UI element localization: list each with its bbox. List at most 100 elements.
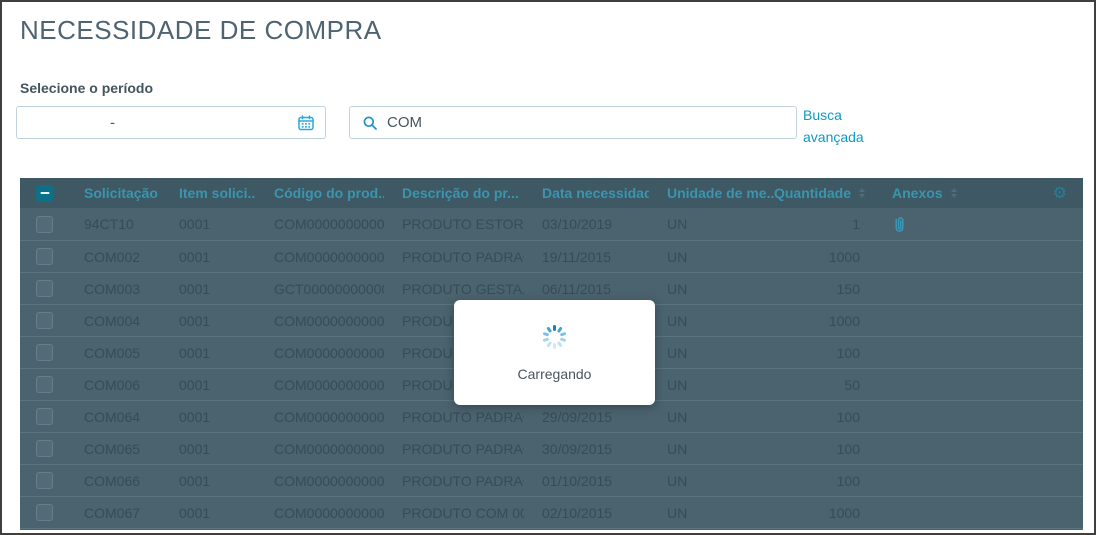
cell-item: 0001 (179, 472, 211, 489)
cell-unidade: UN (667, 312, 688, 329)
search-input[interactable] (387, 114, 796, 131)
cell-item: 0001 (179, 216, 211, 232)
cell-anexos (867, 241, 977, 272)
cell-item: 0001 (179, 280, 211, 297)
cell-unidade: UN (667, 504, 688, 521)
row-checkbox[interactable] (36, 248, 53, 265)
cell-unidade: UN (667, 376, 688, 393)
cell-quantidade: 100 (836, 344, 860, 361)
app-window: NECESSIDADE DE COMPRA Selecione o períod… (0, 0, 1096, 535)
cell-descricao: PRODUTO COM 00... (402, 504, 524, 521)
cell-codigo: COM0000000000... (274, 440, 384, 457)
gear-icon[interactable]: ⚙ (1053, 185, 1067, 201)
row-checkbox[interactable] (36, 472, 53, 489)
cell-descricao: PRODUTO ESTOR... (402, 216, 524, 232)
cell-quantidade: 1000 (828, 248, 860, 265)
cell-data: 01/10/2015 (542, 472, 613, 489)
cell-quantidade: 1000 (828, 312, 860, 329)
table-row: COM066 0001 COM0000000000... PRODUTO PADRAO… (20, 464, 1083, 496)
cell-solicitacao: COM065 (84, 440, 141, 457)
row-checkbox[interactable] (36, 312, 53, 329)
cell-unidade: UN (667, 472, 688, 489)
cell-item: 0001 (179, 344, 211, 361)
loading-spinner-icon (542, 324, 568, 350)
column-header-descricao[interactable]: Descrição do pr... (384, 178, 524, 208)
cell-anexos (867, 401, 977, 432)
sort-icon (859, 188, 865, 198)
table-header-row: Solicitação Item solici... Código do prod.… (20, 178, 1083, 208)
cell-unidade: UN (667, 216, 688, 232)
cell-solicitacao: COM064 (84, 408, 141, 425)
row-checkbox[interactable] (36, 408, 53, 425)
column-header-data[interactable]: Data necessidade (524, 178, 649, 208)
cell-codigo: COM0000000000... (274, 344, 384, 361)
cell-anexos (867, 273, 977, 304)
cell-item: 0001 (179, 408, 211, 425)
cell-codigo: GCT00000000000... (274, 280, 384, 297)
cell-solicitacao: COM006 (84, 376, 141, 393)
cell-solicitacao: COM002 (84, 248, 141, 265)
row-checkbox[interactable] (36, 376, 53, 393)
cell-item: 0001 (179, 248, 211, 265)
select-all-cell (20, 178, 66, 208)
period-label: Selecione o período (20, 80, 154, 96)
cell-anexos (867, 465, 977, 496)
cell-item: 0001 (179, 312, 211, 329)
cell-quantidade: 1 (852, 216, 860, 232)
loading-label: Carregando (517, 365, 592, 382)
search-icon (362, 115, 378, 131)
cell-anexos (867, 497, 977, 528)
cell-quantidade: 1000 (828, 504, 860, 521)
table-row: COM065 0001 COM0000000000... PRODUTO PADRAO… (20, 432, 1083, 464)
paperclip-icon[interactable] (892, 215, 907, 234)
column-header-quantidade[interactable]: Quantidade (774, 178, 867, 208)
cell-quantidade: 50 (844, 376, 860, 393)
cell-unidade: UN (667, 344, 688, 361)
cell-data: 19/11/2015 (542, 248, 612, 265)
row-checkbox[interactable] (36, 280, 53, 297)
cell-codigo: COM0000000000... (274, 472, 384, 489)
cell-codigo: COM0000000000... (274, 312, 384, 329)
advanced-search-link[interactable]: Busca avançada (803, 104, 885, 148)
column-header-codigo[interactable]: Código do prod... (256, 178, 384, 208)
cell-unidade: UN (667, 248, 688, 265)
cell-data: 29/09/2015 (542, 408, 613, 425)
row-checkbox[interactable] (36, 344, 53, 361)
cell-descricao: PRODUTO PADRAO (402, 408, 524, 425)
cell-solicitacao: COM067 (84, 504, 141, 521)
loading-modal: Carregando (454, 300, 655, 405)
row-checkbox[interactable] (36, 504, 53, 521)
column-header-anexos[interactable]: Anexos (867, 178, 977, 208)
select-all-checkbox[interactable] (36, 184, 53, 202)
row-checkbox[interactable] (36, 440, 53, 457)
sort-icon (950, 188, 957, 198)
calendar-icon[interactable] (297, 114, 315, 132)
cell-anexos (867, 369, 977, 400)
cell-descricao: PRODUTO PADRAO (402, 248, 524, 265)
cell-quantidade: 100 (836, 472, 860, 489)
cell-item: 0001 (179, 376, 211, 393)
cell-solicitacao: COM005 (84, 344, 141, 361)
cell-anexos (867, 433, 977, 464)
page-title: NECESSIDADE DE COMPRA (20, 15, 382, 45)
row-checkbox[interactable] (36, 215, 53, 233)
cell-descricao: PRODUTO PADRAO (402, 472, 524, 489)
cell-anexos (867, 208, 977, 240)
column-header-item[interactable]: Item solici... (161, 178, 256, 208)
column-header-unidade[interactable]: Unidade de me... (649, 178, 774, 208)
period-value: - (110, 114, 115, 131)
cell-anexos (867, 337, 977, 368)
cell-data: 30/09/2015 (542, 440, 613, 457)
cell-quantidade: 150 (836, 280, 860, 297)
cell-solicitacao: COM066 (84, 472, 141, 489)
cell-data: 03/10/2019 (542, 216, 613, 232)
search-field[interactable] (349, 106, 797, 139)
cell-quantidade: 100 (836, 408, 860, 425)
table-row: COM002 0001 COM0000000000... PRODUTO PADRAO… (20, 240, 1083, 272)
column-header-solicitacao[interactable]: Solicitação (66, 178, 161, 208)
cell-solicitacao: COM003 (84, 280, 141, 297)
cell-descricao: PRODUTO PADRAO (402, 440, 524, 457)
period-date-range-input[interactable]: - (16, 106, 326, 139)
cell-item: 0001 (179, 440, 211, 457)
table-settings-cell: ⚙ (977, 178, 1083, 208)
